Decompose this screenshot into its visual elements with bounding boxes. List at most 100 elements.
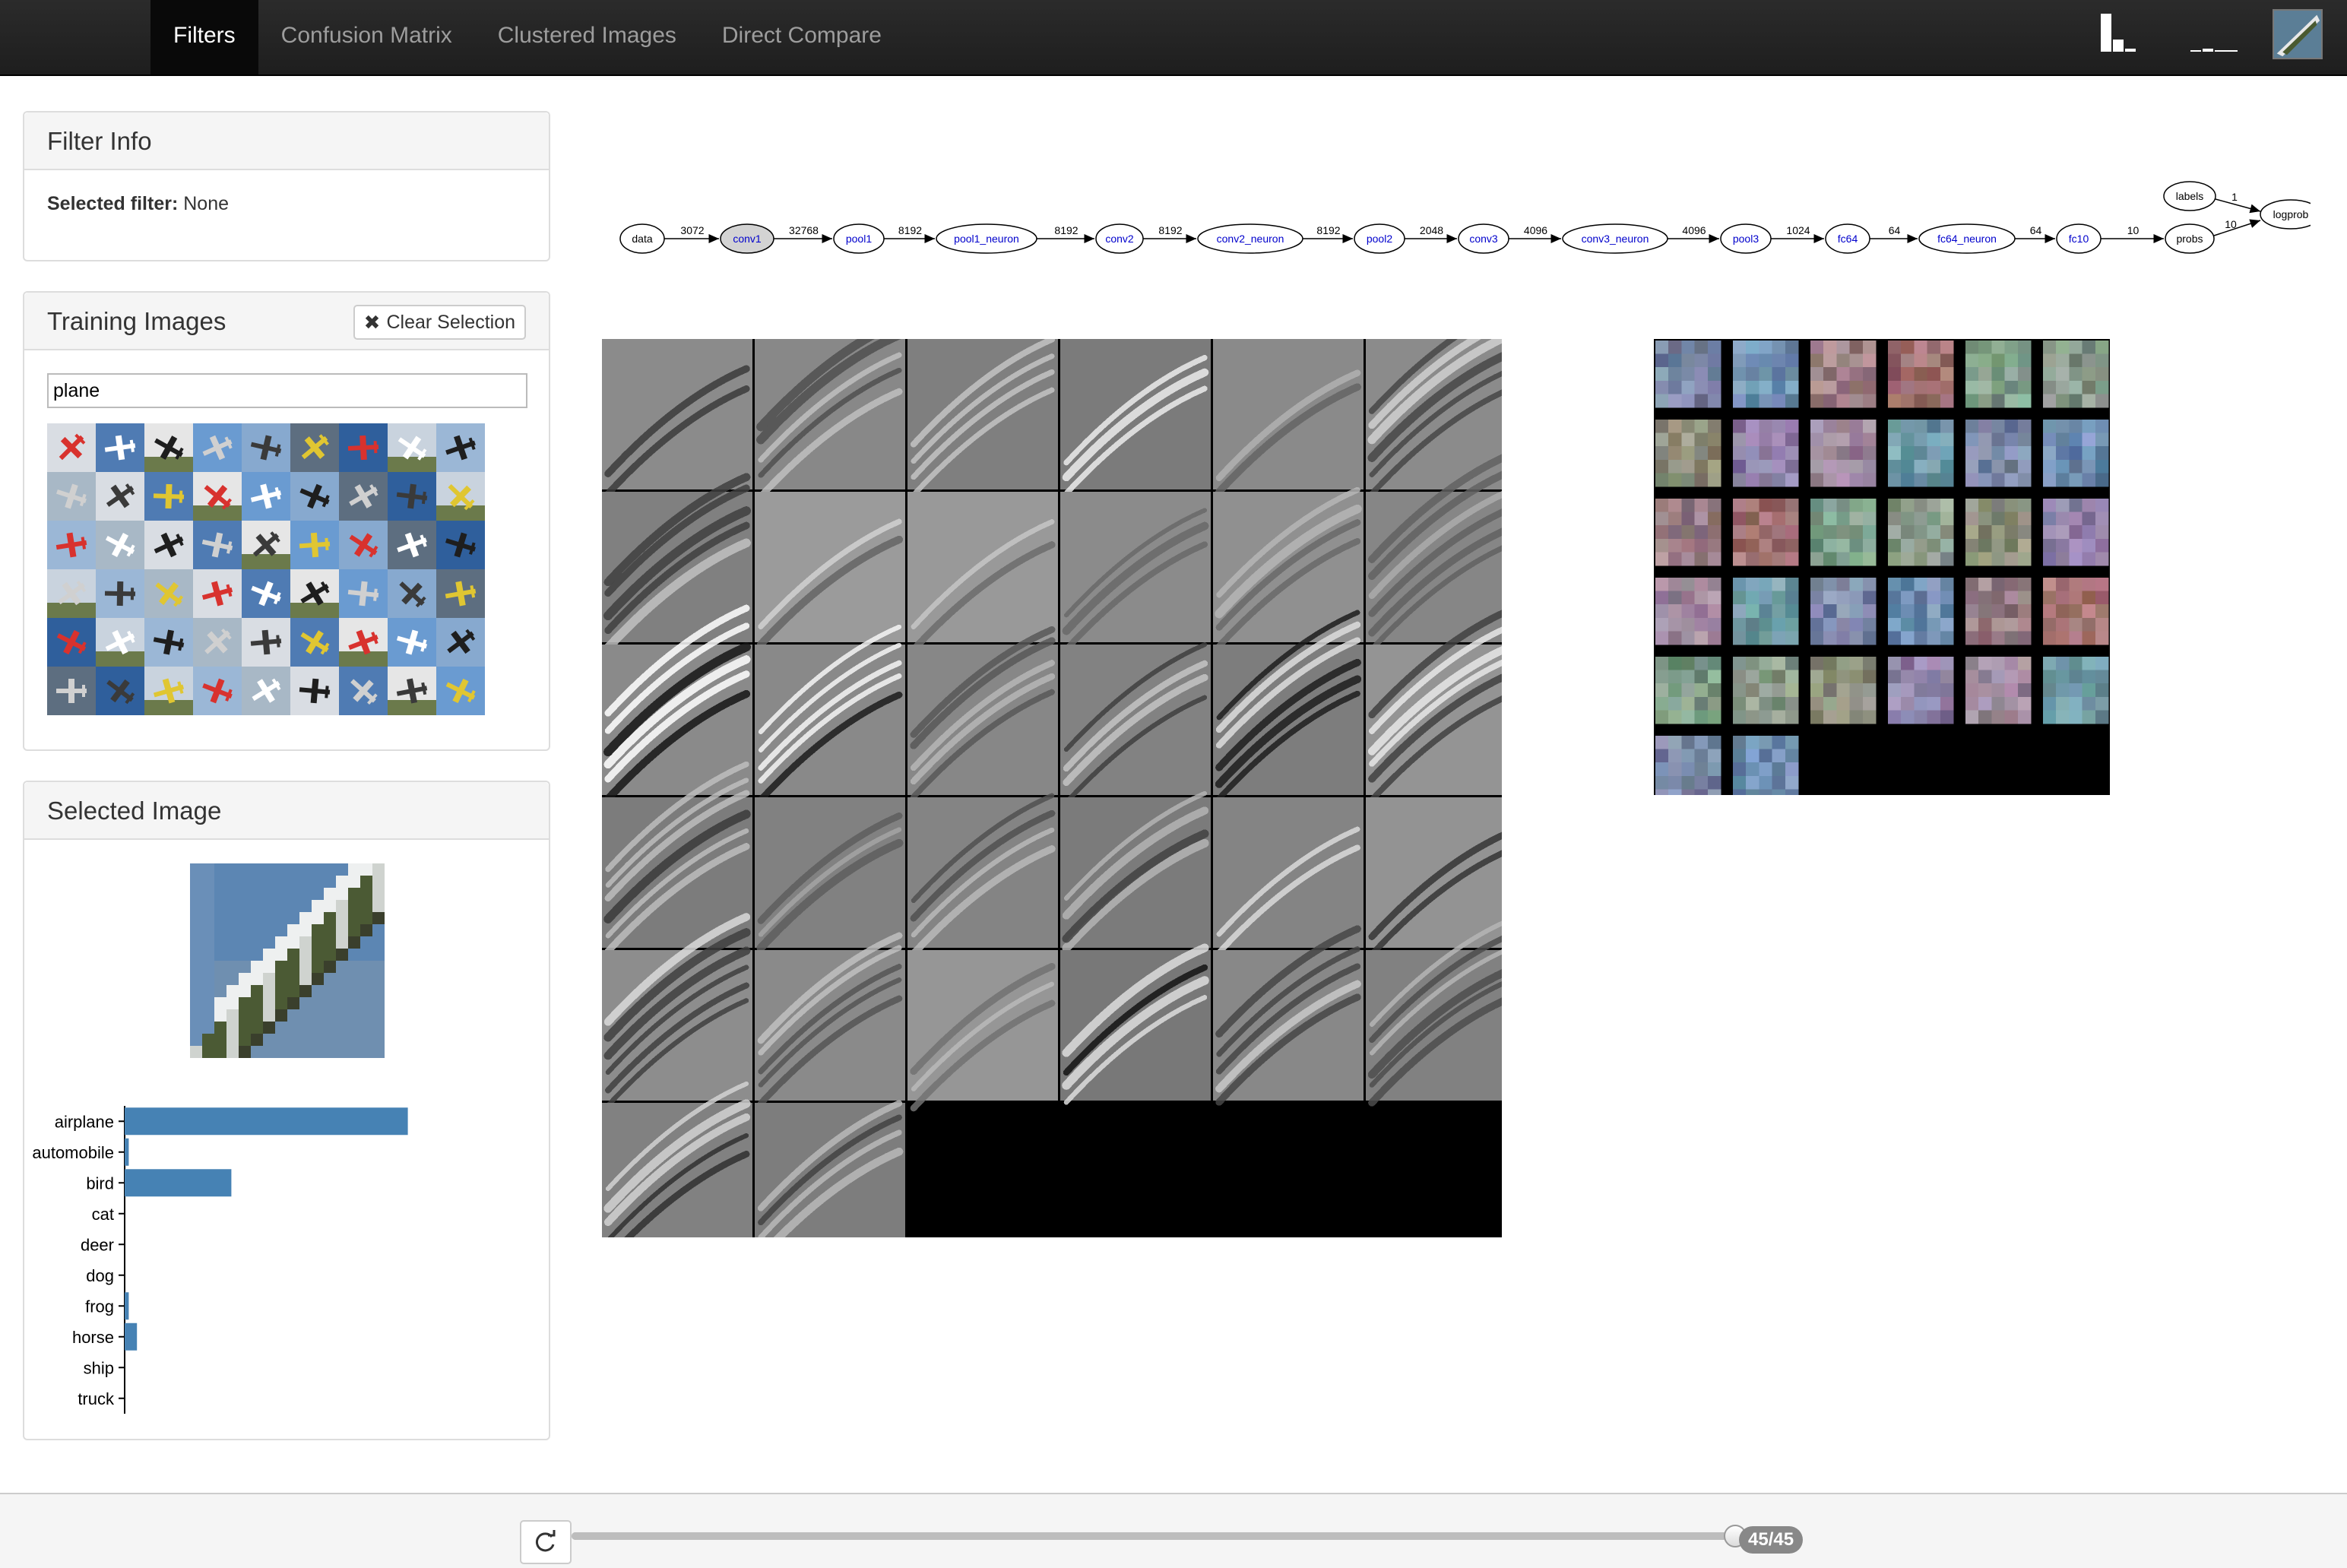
training-thumbnail[interactable] (436, 472, 485, 521)
grayscale-filter-tile[interactable] (1213, 339, 1364, 496)
grayscale-filter-tile[interactable] (1213, 797, 1364, 956)
grayscale-filter-tile[interactable] (755, 492, 905, 649)
color-filter-tile[interactable] (1733, 341, 1799, 408)
color-filter-tile[interactable] (1733, 499, 1799, 566)
color-filter-tile[interactable] (2043, 499, 2109, 566)
training-thumbnail[interactable] (339, 569, 388, 618)
training-thumbnail[interactable] (388, 423, 436, 472)
color-filter-tile[interactable] (1733, 578, 1799, 645)
training-thumbnail[interactable] (339, 472, 388, 521)
training-thumbnail[interactable] (242, 423, 290, 472)
tab-direct-compare[interactable]: Direct Compare (699, 0, 904, 74)
grayscale-filter-tile[interactable] (907, 339, 1058, 498)
training-thumbnail[interactable] (144, 618, 193, 667)
color-filter-tile[interactable] (1810, 341, 1877, 408)
training-thumbnail[interactable] (242, 569, 290, 618)
grayscale-filter-tile[interactable] (755, 932, 905, 1107)
grayscale-filter-tile[interactable] (755, 1100, 905, 1237)
tab-clustered-images[interactable]: Clustered Images (475, 0, 699, 74)
color-filter-tile[interactable] (1810, 420, 1877, 487)
training-thumbnail[interactable] (436, 521, 485, 569)
color-filter-tile[interactable] (1733, 420, 1799, 487)
tab-filters[interactable]: Filters (150, 0, 258, 74)
training-thumbnail[interactable] (339, 667, 388, 715)
color-filter-tile[interactable] (1655, 736, 1721, 795)
grayscale-filter-tile[interactable] (755, 624, 905, 803)
training-thumbnail[interactable] (388, 618, 436, 667)
grayscale-filter-tile[interactable] (755, 339, 905, 500)
grayscale-filter-tile[interactable] (1060, 790, 1211, 953)
training-thumbnail[interactable] (144, 423, 193, 472)
training-thumbnail[interactable] (339, 618, 388, 667)
color-filter-tile[interactable] (1655, 341, 1721, 408)
training-thumbnail[interactable] (290, 472, 339, 521)
training-thumbnail[interactable] (242, 521, 290, 569)
color-filter-tile[interactable] (1965, 578, 2032, 645)
color-filter-tile[interactable] (1655, 499, 1721, 566)
training-thumbnail[interactable] (96, 569, 144, 618)
training-thumbnail[interactable] (193, 521, 242, 569)
training-thumbnail[interactable] (290, 618, 339, 667)
training-thumbnail[interactable] (144, 667, 193, 715)
color-filter-tile[interactable] (2043, 657, 2109, 724)
training-thumbnail[interactable] (290, 569, 339, 618)
image-search-input[interactable] (47, 373, 527, 408)
color-filter-tile[interactable] (1965, 499, 2032, 566)
color-filter-tile[interactable] (1733, 736, 1799, 795)
color-filter-tile[interactable] (1888, 341, 1954, 408)
training-thumbnail[interactable] (96, 618, 144, 667)
training-thumbnail[interactable] (47, 569, 96, 618)
training-thumbnail[interactable] (96, 423, 144, 472)
training-thumbnail[interactable] (242, 618, 290, 667)
grayscale-filter-tile[interactable] (1060, 492, 1211, 653)
training-thumbnail[interactable] (47, 472, 96, 521)
training-thumbnail[interactable] (47, 618, 96, 667)
training-thumbnail[interactable] (47, 521, 96, 569)
clear-selection-button[interactable]: ✖ Clear Selection (353, 305, 526, 340)
training-thumbnail[interactable] (436, 569, 485, 618)
current-image-thumbnail[interactable] (2273, 9, 2323, 59)
grayscale-filter-tile[interactable] (1366, 797, 1502, 958)
training-thumbnail[interactable] (339, 423, 388, 472)
training-thumbnail[interactable] (388, 667, 436, 715)
color-filter-tile[interactable] (1965, 341, 2032, 408)
color-filter-tile[interactable] (2043, 578, 2109, 645)
training-thumbnail[interactable] (388, 472, 436, 521)
training-thumbnail[interactable] (290, 521, 339, 569)
training-thumbnail[interactable] (144, 472, 193, 521)
training-thumbnail[interactable] (242, 472, 290, 521)
training-thumbnail[interactable] (193, 423, 242, 472)
grayscale-filter-tile[interactable] (602, 473, 752, 653)
training-thumbnail[interactable] (96, 667, 144, 715)
color-filter-tile[interactable] (1888, 657, 1954, 724)
color-filter-tile[interactable] (1965, 657, 2032, 724)
training-thumbnail[interactable] (290, 667, 339, 715)
color-filter-tile[interactable] (1965, 420, 2032, 487)
filter-grid-color[interactable] (1654, 339, 2110, 795)
training-thumbnail[interactable] (290, 423, 339, 472)
grayscale-filter-tile[interactable] (907, 950, 1058, 1112)
color-filter-tile[interactable] (1810, 499, 1877, 566)
training-thumbnail[interactable] (339, 521, 388, 569)
training-thumbnail[interactable] (47, 423, 96, 472)
grayscale-filter-tile[interactable] (907, 626, 1058, 800)
color-filter-tile[interactable] (1733, 657, 1799, 724)
training-thumbnail[interactable] (242, 667, 290, 715)
training-thumbnail[interactable] (436, 423, 485, 472)
grayscale-filter-tile[interactable] (907, 793, 1058, 958)
color-filter-tile[interactable] (1655, 420, 1721, 487)
training-thumbnail[interactable] (436, 618, 485, 667)
color-filter-tile[interactable] (1655, 578, 1721, 645)
color-filter-tile[interactable] (1655, 657, 1721, 724)
grayscale-filter-tile[interactable] (1060, 943, 1211, 1105)
training-thumbnail[interactable] (193, 667, 242, 715)
color-filter-tile[interactable] (1810, 578, 1877, 645)
grayscale-filter-tile[interactable] (602, 1081, 752, 1237)
training-thumbnail[interactable] (144, 569, 193, 618)
training-thumbnail[interactable] (193, 569, 242, 618)
color-filter-tile[interactable] (1888, 499, 1954, 566)
training-thumbnail[interactable] (96, 521, 144, 569)
grayscale-filter-tile[interactable] (602, 339, 752, 498)
grayscale-filter-tile[interactable] (1060, 642, 1211, 805)
color-filter-tile[interactable] (2043, 420, 2109, 487)
